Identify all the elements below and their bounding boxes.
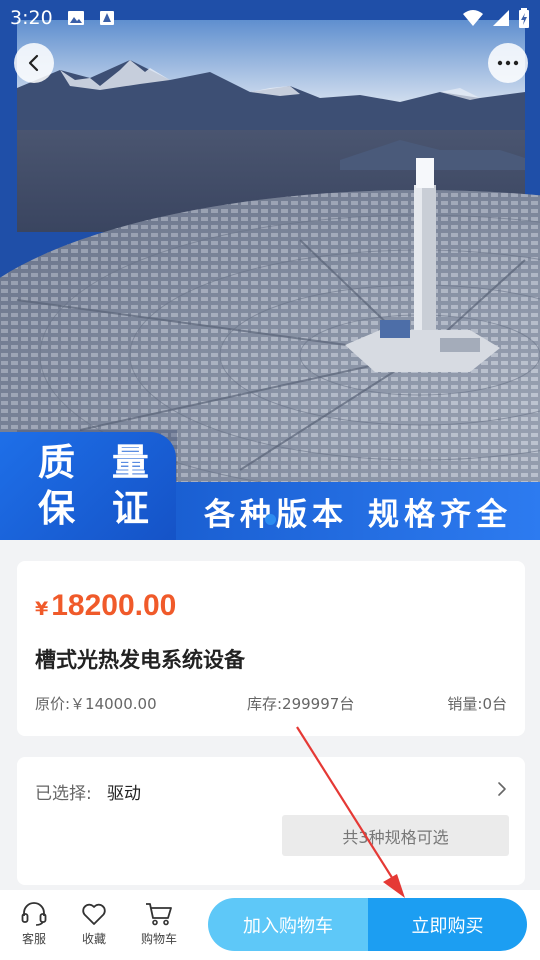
quality-badge: 质 量 保 证 — [0, 432, 176, 540]
back-icon — [28, 54, 39, 72]
battery-icon — [519, 8, 529, 28]
customer-service-button[interactable]: 客服 — [14, 902, 54, 947]
cart-label: 购物车 — [140, 932, 177, 946]
spec-selector-card[interactable]: 已选择: 驱动 共3种规格可选 — [17, 757, 525, 885]
product-image-carousel[interactable]: 质 量 保 证 各种版本 规格齐全 — [0, 0, 540, 540]
product-info-card: ¥ 18200.00 槽式光热发电系统设备 原价:￥14000.00 库存:29… — [17, 561, 525, 736]
buy-now-button[interactable]: 立即购买 — [368, 898, 527, 951]
selected-value: 驱动 — [107, 784, 141, 804]
slogan-left: 各种版本 — [204, 496, 348, 533]
notification-icon — [99, 10, 117, 26]
sales-count: 销量:0台 — [447, 695, 507, 713]
cart-button[interactable]: 购物车 — [139, 902, 179, 947]
more-icon — [497, 60, 519, 66]
signal-icon — [493, 10, 509, 26]
favorite-label: 收藏 — [81, 932, 106, 946]
purchase-button-group: 加入购物车 立即购买 — [208, 898, 527, 951]
bottom-action-bar: 客服 收藏 购物车 加入购物车 立即购买 — [0, 890, 540, 960]
status-time: 3:20 — [10, 7, 53, 29]
spec-count-button[interactable]: 共3种规格可选 — [282, 815, 509, 856]
more-button[interactable] — [488, 43, 528, 83]
stock-count: 库存:299997台 — [247, 695, 355, 713]
selected-label: 已选择: — [35, 784, 92, 804]
headset-icon — [21, 902, 47, 926]
wifi-icon — [463, 10, 483, 26]
chevron-right-icon[interactable] — [497, 781, 507, 797]
slogan-right: 规格齐全 — [368, 496, 512, 533]
quality-badge-line-1: 质 量 — [38, 441, 161, 484]
favorite-button[interactable]: 收藏 — [74, 902, 114, 947]
heart-icon — [82, 903, 106, 925]
carousel-indicator — [265, 514, 276, 525]
product-price: ¥ 18200.00 — [35, 589, 176, 623]
add-to-cart-button[interactable]: 加入购物车 — [208, 898, 368, 951]
quality-badge-line-2: 保 证 — [38, 487, 161, 530]
cart-icon — [146, 903, 172, 926]
original-price: 原价:￥14000.00 — [35, 695, 157, 713]
back-button[interactable] — [14, 43, 54, 83]
status-bar: 3:20 — [0, 0, 540, 36]
customer-service-label: 客服 — [21, 932, 46, 946]
gallery-icon — [67, 10, 85, 26]
slogan-banner: 各种版本 规格齐全 — [176, 482, 540, 540]
price-value: 18200.00 — [51, 589, 177, 622]
product-title: 槽式光热发电系统设备 — [35, 648, 245, 672]
currency-symbol: ¥ — [35, 598, 49, 620]
